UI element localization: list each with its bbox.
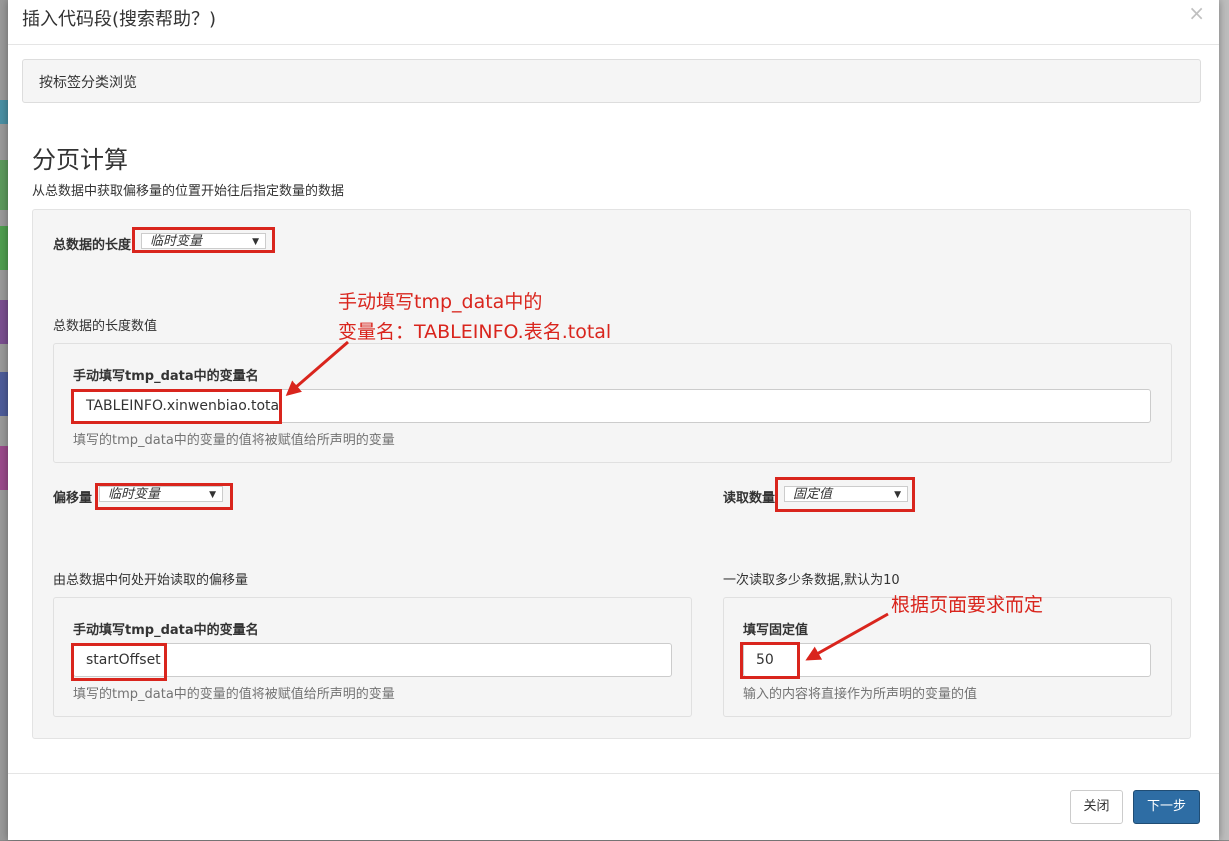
background-app-right-edge [1219,0,1229,840]
background-badge-teal [0,100,8,124]
arrow-to-total-length-input [285,340,349,396]
close-button[interactable]: 关闭 [1070,790,1123,824]
annotation-arrows [285,340,889,661]
arrow-to-read-count-input [805,612,889,661]
next-step-button[interactable]: 下一步 [1133,790,1200,824]
insert-snippet-modal: 插入代码段(搜索帮助？) × 按标签分类浏览 分页计算 从总数据中获取偏移量的位… [8,0,1219,840]
background-badge-magenta [0,446,8,490]
background-badge-green [0,160,8,210]
background-badge-blue [0,372,8,416]
modal-footer: 关闭 下一步 [8,773,1219,841]
background-badge-green-2 [0,226,8,270]
background-badge-purple [0,300,8,344]
background-app-edge [0,0,8,840]
